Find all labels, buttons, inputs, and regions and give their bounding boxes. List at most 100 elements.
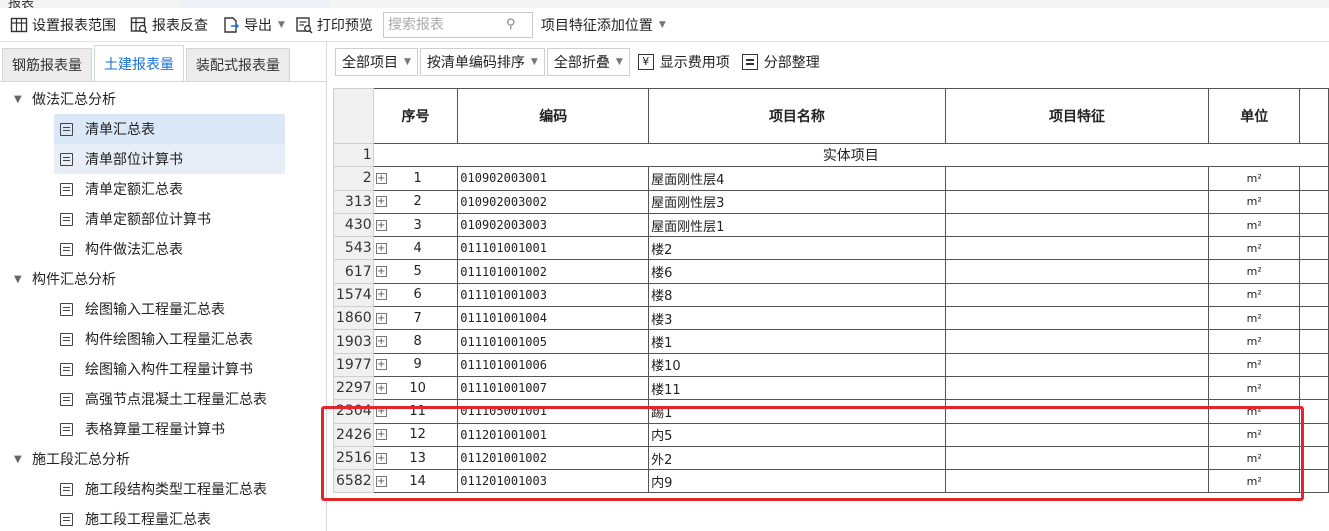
expand-plus-icon[interactable]: +: [375, 266, 387, 278]
column-header-seq[interactable]: 序号: [372, 88, 459, 144]
tree-item-component-drawing-summary[interactable]: 构件绘图输入工程量汇总表: [54, 324, 285, 354]
table-row[interactable]: 2 +1 010902003001 屋面刚性层4 m²: [333, 166, 1329, 191]
expand-plus-icon[interactable]: +: [375, 242, 387, 254]
seq-cell: +9: [372, 352, 459, 377]
feature-cell: [944, 352, 1210, 377]
table-row[interactable]: 2426 +12 011201001001 内5 m²: [333, 422, 1329, 447]
table-row[interactable]: 2516 +13 011201001002 外2 m²: [333, 445, 1329, 471]
seq-value: 11: [409, 403, 426, 419]
feature-cell: [944, 282, 1210, 308]
column-header-unit[interactable]: 单位: [1208, 88, 1301, 144]
expand-plus-icon[interactable]: +: [375, 336, 387, 348]
unit-cell: m²: [1208, 166, 1301, 191]
seq-value: 14: [409, 473, 426, 489]
name-cell: 内5: [648, 422, 946, 447]
table-row[interactable]: 430 +3 010902003003 屋面刚性层1 m²: [333, 212, 1329, 238]
code-cell: 010902003001: [457, 166, 650, 191]
row-number: 1860: [333, 306, 374, 331]
expand-plus-icon[interactable]: +: [375, 312, 387, 324]
seq-value: 5: [413, 264, 422, 280]
seq-value: 3: [413, 217, 422, 233]
name-cell: 内9: [648, 469, 946, 494]
print-preview-label: 打印预览: [316, 17, 373, 34]
column-header-feature[interactable]: 项目特征: [944, 88, 1210, 144]
all-items-dropdown[interactable]: 全部项目 ▼: [335, 48, 418, 76]
expand-plus-icon[interactable]: +: [375, 382, 387, 394]
tree-group-segment-summary[interactable]: ▼ 施工段汇总分析: [0, 444, 326, 474]
code-cell: 011201001003: [457, 469, 650, 494]
seq-cell: +12: [372, 422, 459, 447]
column-header-code[interactable]: 编码: [457, 88, 650, 144]
table-row[interactable]: 1860 +7 011101001004 楼3 m²: [333, 306, 1329, 331]
code-cell: 011101001001: [457, 236, 650, 261]
table-search-icon: [130, 16, 148, 34]
tree-item-segment-summary[interactable]: 施工段工程量汇总表: [54, 504, 285, 531]
feature-cell: [944, 375, 1210, 401]
set-range-button[interactable]: 设置报表范围: [6, 12, 120, 38]
tree-item-component-method-summary[interactable]: 构件做法汇总表: [54, 234, 285, 264]
report-search-input[interactable]: [387, 16, 506, 33]
tab-prefab-report[interactable]: 装配式报表量: [186, 48, 290, 81]
table-row[interactable]: 617 +5 011101001002 楼6 m²: [333, 259, 1329, 284]
tab-civil-report[interactable]: 土建报表量: [94, 45, 184, 81]
expand-plus-icon[interactable]: +: [375, 359, 387, 371]
table-row[interactable]: 2297 +10 011101001007 楼11 m²: [333, 375, 1329, 401]
tree-item-bill-summary[interactable]: 清单汇总表: [54, 114, 285, 144]
column-header-name[interactable]: 项目名称: [648, 88, 946, 144]
print-preview-button[interactable]: 打印预览: [291, 12, 377, 38]
table-row[interactable]: 2304 +11 011105001001 踢1 m²: [333, 399, 1329, 424]
tree-item-bill-quota-summary[interactable]: 清单定额汇总表: [54, 174, 285, 204]
extra-cell: [1299, 375, 1329, 401]
dropdown-label: 按清单编码排序: [426, 55, 525, 71]
tree-item-drawing-component-calc[interactable]: 绘图输入构件工程量计算书: [54, 354, 285, 384]
document-icon: [60, 332, 73, 346]
expand-plus-icon[interactable]: +: [375, 475, 387, 487]
sort-dropdown[interactable]: 按清单编码排序 ▼: [419, 48, 545, 76]
expand-plus-icon[interactable]: +: [375, 219, 387, 231]
row-number: 2426: [333, 422, 374, 447]
table-section-row[interactable]: 1 实体项目: [333, 142, 1329, 168]
name-cell: 楼11: [648, 375, 946, 401]
chevron-down-icon: ▼: [615, 57, 623, 67]
show-fee-button[interactable]: ¥ 显示费用项: [632, 48, 736, 76]
name-cell: 屋面刚性层4: [648, 166, 946, 191]
seq-value: 7: [413, 310, 422, 326]
unit-cell: m²: [1208, 189, 1301, 214]
section-arrange-button[interactable]: 分部整理: [736, 48, 826, 76]
expand-plus-icon[interactable]: +: [375, 405, 387, 417]
feature-position-dropdown[interactable]: 项目特征添加位置 ▼: [537, 12, 670, 38]
seq-cell: +3: [372, 212, 459, 238]
column-header-extra[interactable]: [1299, 88, 1329, 144]
feature-cell: [944, 189, 1210, 214]
expand-plus-icon[interactable]: +: [375, 452, 387, 464]
tree-item-drawing-input-summary[interactable]: 绘图输入工程量汇总表: [54, 294, 285, 324]
row-number: 2304: [333, 399, 374, 424]
code-cell: 011101001004: [457, 306, 650, 331]
table-row[interactable]: 1903 +8 011101001005 楼1 m²: [333, 329, 1329, 354]
tree-item-bill-quota-location-calc[interactable]: 清单定额部位计算书: [54, 204, 285, 234]
table-row[interactable]: 6582 +14 011201001003 内9 m²: [333, 469, 1329, 494]
tree-item-table-calc[interactable]: 表格算量工程量计算书: [54, 414, 285, 444]
tree-item-bill-location-calc[interactable]: 清单部位计算书: [54, 144, 285, 174]
search-icon[interactable]: ⚲: [506, 17, 516, 32]
expand-plus-icon[interactable]: +: [375, 289, 387, 301]
collapse-dropdown[interactable]: 全部折叠 ▼: [546, 48, 630, 76]
export-button[interactable]: 导出 ▼: [218, 12, 289, 38]
report-check-button[interactable]: 报表反查: [126, 12, 212, 38]
dropdown-label: 全部项目: [342, 55, 398, 71]
print-preview-icon: [295, 16, 313, 34]
tree-item-high-strength-concrete-summary[interactable]: 高强节点混凝土工程量汇总表: [54, 384, 285, 414]
table-row[interactable]: 313 +2 010902003002 屋面刚性层3 m²: [333, 189, 1329, 214]
tree-group-component-summary[interactable]: ▼ 构件汇总分析: [0, 264, 326, 294]
unit-cell: m²: [1208, 236, 1301, 261]
tab-rebar-report[interactable]: 钢筋报表量: [2, 48, 92, 81]
expand-plus-icon[interactable]: +: [375, 429, 387, 441]
expand-plus-icon[interactable]: +: [375, 172, 387, 184]
table-row[interactable]: 1977 +9 011101001006 楼10 m²: [333, 352, 1329, 377]
table-row[interactable]: 1574 +6 011101001003 楼8 m²: [333, 282, 1329, 308]
tree-group-method-summary[interactable]: ▼ 做法汇总分析: [0, 84, 326, 114]
tree-item-segment-structure-summary[interactable]: 施工段结构类型工程量汇总表: [54, 474, 285, 504]
expand-plus-icon[interactable]: +: [375, 196, 387, 208]
table-row[interactable]: 543 +4 011101001001 楼2 m²: [333, 236, 1329, 261]
name-cell: 楼8: [648, 282, 946, 308]
